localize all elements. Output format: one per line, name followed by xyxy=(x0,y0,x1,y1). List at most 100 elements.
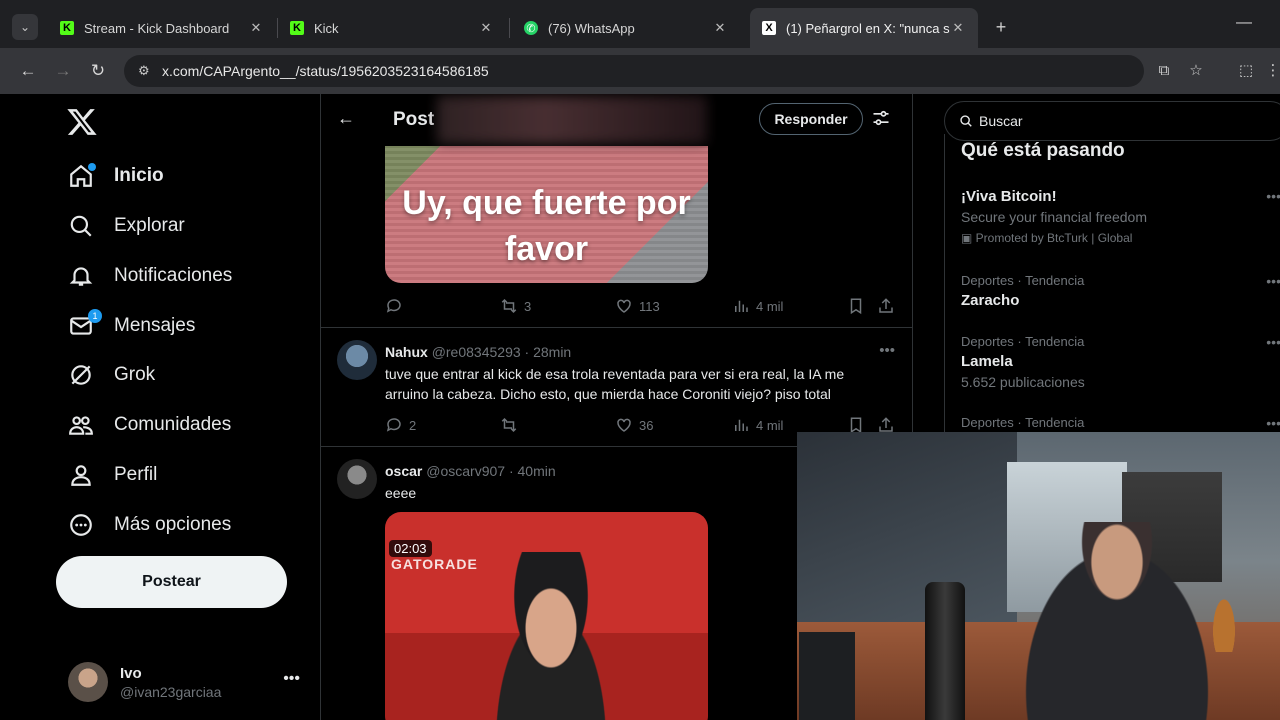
trend-item[interactable]: Deportes · Tendencia Lamela 5.652 public… xyxy=(961,334,1280,390)
like-count: 36 xyxy=(639,417,654,433)
tweet-video[interactable]: GATORADE 02:03 xyxy=(385,512,708,720)
post-header: ← Post Responder xyxy=(321,94,912,146)
trend-topic: Lamela xyxy=(961,353,1013,370)
reload-icon[interactable]: ↻ xyxy=(87,60,109,82)
message-count-badge: 1 xyxy=(88,309,102,323)
install-app-icon[interactable]: ⧉ xyxy=(1153,60,1175,82)
author-name[interactable]: oscar xyxy=(385,463,422,479)
more-dots-icon[interactable]: ••• xyxy=(283,670,300,688)
tab-x-post[interactable]: X (1) Peñargrol en X: "nunca se ve ✕ xyxy=(750,8,978,48)
nav-label: Notificaciones xyxy=(114,265,233,286)
webcam-wall xyxy=(797,432,1017,622)
grok-icon xyxy=(66,360,96,390)
video-brand-text: GATORADE xyxy=(391,556,478,572)
minimize-icon[interactable]: — xyxy=(1236,14,1252,32)
tweet-image[interactable]: Uy, que fuerte por favor xyxy=(385,146,708,283)
trend-context: Deportes · Tendencia xyxy=(961,273,1085,288)
avatar xyxy=(68,662,108,702)
close-icon[interactable]: ✕ xyxy=(950,20,966,36)
nav-label: Grok xyxy=(114,364,156,385)
nav-item-comunidades[interactable]: Comunidades xyxy=(66,405,231,445)
profile-icon xyxy=(66,460,96,490)
repost-action[interactable]: 3 xyxy=(500,297,531,315)
close-icon[interactable]: ✕ xyxy=(712,20,728,36)
trend-context: Deportes · Tendencia xyxy=(961,415,1085,430)
nav-item-explorar[interactable]: Explorar xyxy=(66,206,185,246)
nav-item-grok[interactable]: Grok xyxy=(66,355,155,395)
tweet-header: oscar @oscarv907 · 40min xyxy=(385,463,556,479)
forward-arrow-icon[interactable]: → xyxy=(52,60,74,82)
trend-item[interactable]: ¡Viva Bitcoin! Secure your financial fre… xyxy=(961,188,1280,245)
webcam-person xyxy=(1007,522,1227,720)
bookmark-star-icon[interactable]: ☆ xyxy=(1185,60,1207,82)
nav-item-perfil[interactable]: Perfil xyxy=(66,455,157,495)
trend-item[interactable]: Deportes · Tendencia ••• xyxy=(961,415,1280,431)
back-arrow-icon[interactable]: ← xyxy=(17,60,39,82)
share-action[interactable] xyxy=(877,297,901,315)
reply-button[interactable]: Responder xyxy=(759,103,863,135)
repost-action[interactable] xyxy=(500,416,524,434)
nav-label: Perfil xyxy=(114,464,158,485)
browser-toolbar: ← → ↻ ⚙ x.com/CAPArgento__/status/195620… xyxy=(0,48,1280,94)
account-switcher[interactable]: Ivo @ivan23garciaa ••• xyxy=(68,660,308,704)
url-text: x.com/CAPArgento__/status/19562035231645… xyxy=(162,63,489,79)
nav-item-mensajes[interactable]: 1 Mensajes xyxy=(66,306,195,346)
views-chart-icon xyxy=(735,300,748,312)
nav-item-mas-opciones[interactable]: Más opciones xyxy=(66,505,231,545)
trends-panel: Qué está pasando ¡Viva Bitcoin! Secure y… xyxy=(944,134,1280,434)
more-dots-icon[interactable]: ••• xyxy=(1266,334,1280,350)
back-arrow-icon[interactable]: ← xyxy=(337,108,355,129)
trend-context: Deportes · Tendencia xyxy=(961,334,1085,349)
like-action[interactable]: 113 xyxy=(615,297,660,315)
post-button[interactable]: Postear xyxy=(56,556,287,608)
views-action[interactable]: 4 mil xyxy=(732,416,783,434)
tab-search-chevron-icon[interactable]: ⌄ xyxy=(12,14,38,40)
kick-icon: K xyxy=(60,21,74,35)
reply-action[interactable] xyxy=(385,297,409,315)
menu-kebab-icon[interactable]: ⋮ xyxy=(1262,60,1280,82)
tab-title: Stream - Kick Dashboard xyxy=(84,20,230,36)
webcam-thermos xyxy=(925,582,965,720)
like-action[interactable]: 36 xyxy=(615,416,653,434)
video-duration-badge: 02:03 xyxy=(389,540,432,557)
author-name[interactable]: Nahux xyxy=(385,344,428,360)
search-icon xyxy=(960,115,972,127)
reply-bubble-icon xyxy=(386,418,401,432)
extensions-icon[interactable]: ⬚ xyxy=(1235,60,1257,82)
more-dots-icon[interactable]: ••• xyxy=(1266,273,1280,289)
new-tab-plus-icon[interactable]: + xyxy=(990,16,1012,38)
more-dots-icon[interactable]: ••• xyxy=(1266,188,1280,204)
trend-topic: ¡Viva Bitcoin! xyxy=(961,188,1057,205)
nav-item-notificaciones[interactable]: Notificaciones xyxy=(66,256,232,296)
author-handle-time: @oscarv907 · 40min xyxy=(426,463,556,479)
bookmark-action[interactable] xyxy=(847,297,871,315)
tab-kick[interactable]: K Kick ✕ xyxy=(278,8,506,48)
tab-kick-dashboard[interactable]: K Stream - Kick Dashboard ✕ xyxy=(48,8,276,48)
tab-title: (76) WhatsApp xyxy=(548,20,635,36)
account-handle: @ivan23garciaa xyxy=(120,683,222,700)
tab-title: (1) Peñargrol en X: "nunca se ve xyxy=(786,20,950,36)
sliders-icon[interactable] xyxy=(871,108,891,128)
nav-item-inicio[interactable]: Inicio xyxy=(66,156,164,196)
trend-item[interactable]: Deportes · Tendencia Zaracho ••• xyxy=(961,273,1280,309)
close-icon[interactable]: ✕ xyxy=(478,20,494,36)
bell-icon xyxy=(66,261,96,291)
more-dots-icon[interactable]: ••• xyxy=(879,342,895,359)
avatar[interactable] xyxy=(337,340,377,380)
x-logo-icon[interactable] xyxy=(66,106,98,138)
reply-bubble-icon xyxy=(386,299,401,313)
nav-label: Inicio xyxy=(114,165,164,186)
views-action[interactable]: 4 mil xyxy=(732,297,783,315)
kick-icon: K xyxy=(290,21,304,35)
tab-whatsapp[interactable]: ✆ (76) WhatsApp ✕ xyxy=(512,8,740,48)
repost-icon xyxy=(501,298,517,314)
home-icon xyxy=(66,161,96,191)
address-bar[interactable]: ⚙ x.com/CAPArgento__/status/195620352316… xyxy=(124,55,1144,87)
close-icon[interactable]: ✕ xyxy=(248,20,264,36)
more-dots-icon[interactable]: ••• xyxy=(1266,415,1280,431)
tab-title: Kick xyxy=(314,20,339,36)
site-settings-icon[interactable]: ⚙ xyxy=(138,63,160,79)
reply-action[interactable]: 2 xyxy=(385,416,416,434)
whatsapp-icon: ✆ xyxy=(524,21,538,35)
avatar[interactable] xyxy=(337,459,377,499)
